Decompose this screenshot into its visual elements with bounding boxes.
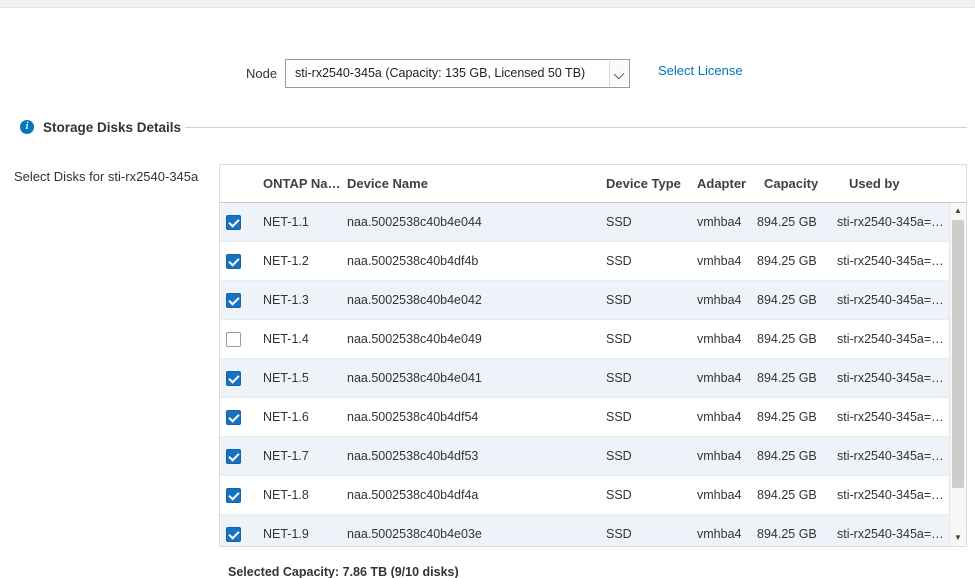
section-title: Storage Disks Details	[43, 120, 181, 135]
header-device-type: Device Type	[606, 165, 681, 202]
cell-adapter: vmhba4	[697, 398, 741, 437]
cell-adapter: vmhba4	[697, 281, 741, 320]
cell-used-by: sti-rx2540-345a=…	[837, 203, 943, 242]
cell-device-name: naa.5002538c40b4e03e	[347, 515, 482, 547]
cell-ontap-name: NET-1.6	[263, 398, 309, 437]
cell-capacity: 894.25 GB	[757, 515, 817, 547]
top-strip	[0, 0, 975, 8]
table-scrollbar[interactable]: ▲ ▼	[949, 203, 966, 546]
disk-table: ONTAP Na… Device Name Device Type Adapte…	[219, 164, 967, 547]
cell-capacity: 894.25 GB	[757, 203, 817, 242]
cell-ontap-name: NET-1.5	[263, 359, 309, 398]
cell-device-type: SSD	[606, 203, 632, 242]
select-disks-label: Select Disks for sti-rx2540-345a	[14, 169, 198, 184]
row-checkbox[interactable]	[226, 215, 241, 230]
scrollbar-thumb[interactable]	[952, 220, 964, 488]
disk-table-body: NET-1.1 naa.5002538c40b4e044 SSD vmhba4 …	[220, 203, 966, 547]
storage-disks-page: Node sti-rx2540-345a (Capacity: 135 GB, …	[0, 0, 975, 578]
cell-ontap-name: NET-1.4	[263, 320, 309, 359]
table-row: NET-1.4 naa.5002538c40b4e049 SSD vmhba4 …	[220, 320, 966, 359]
section-divider	[185, 127, 967, 128]
table-row: NET-1.3 naa.5002538c40b4e042 SSD vmhba4 …	[220, 281, 966, 320]
header-capacity: Capacity	[764, 165, 818, 202]
row-checkbox[interactable]	[226, 449, 241, 464]
scroll-down-icon[interactable]: ▼	[950, 530, 966, 546]
cell-adapter: vmhba4	[697, 359, 741, 398]
table-row: NET-1.9 naa.5002538c40b4e03e SSD vmhba4 …	[220, 515, 966, 547]
cell-adapter: vmhba4	[697, 242, 741, 281]
row-checkbox[interactable]	[226, 488, 241, 503]
cell-capacity: 894.25 GB	[757, 320, 817, 359]
table-row: NET-1.2 naa.5002538c40b4df4b SSD vmhba4 …	[220, 242, 966, 281]
cell-ontap-name: NET-1.9	[263, 515, 309, 547]
header-used-by: Used by	[849, 165, 900, 202]
cell-device-type: SSD	[606, 281, 632, 320]
cell-capacity: 894.25 GB	[757, 476, 817, 515]
chevron-down-icon[interactable]	[609, 61, 628, 86]
select-license-link[interactable]: Select License	[658, 63, 743, 78]
header-device-name: Device Name	[347, 165, 428, 202]
cell-adapter: vmhba4	[697, 320, 741, 359]
cell-adapter: vmhba4	[697, 437, 741, 476]
cell-device-name: naa.5002538c40b4e049	[347, 320, 482, 359]
cell-capacity: 894.25 GB	[757, 281, 817, 320]
row-checkbox[interactable]	[226, 254, 241, 269]
cell-ontap-name: NET-1.3	[263, 281, 309, 320]
selected-capacity-text: Selected Capacity: 7.86 TB (9/10 disks)	[228, 565, 459, 578]
cell-ontap-name: NET-1.1	[263, 203, 309, 242]
cell-device-type: SSD	[606, 359, 632, 398]
row-checkbox[interactable]	[226, 527, 241, 542]
cell-ontap-name: NET-1.7	[263, 437, 309, 476]
cell-capacity: 894.25 GB	[757, 359, 817, 398]
table-row: NET-1.6 naa.5002538c40b4df54 SSD vmhba4 …	[220, 398, 966, 437]
cell-device-name: naa.5002538c40b4e041	[347, 359, 482, 398]
cell-used-by: sti-rx2540-345a=…	[837, 281, 943, 320]
table-row: NET-1.1 naa.5002538c40b4e044 SSD vmhba4 …	[220, 203, 966, 242]
node-selected-value: sti-rx2540-345a (Capacity: 135 GB, Licen…	[295, 60, 585, 87]
row-checkbox[interactable]	[226, 371, 241, 386]
cell-used-by: sti-rx2540-345a=…	[837, 437, 943, 476]
cell-device-type: SSD	[606, 398, 632, 437]
cell-used-by: sti-rx2540-345a=…	[837, 320, 943, 359]
cell-used-by: sti-rx2540-345a=…	[837, 359, 943, 398]
header-adapter: Adapter	[697, 165, 746, 202]
cell-adapter: vmhba4	[697, 476, 741, 515]
cell-ontap-name: NET-1.8	[263, 476, 309, 515]
cell-ontap-name: NET-1.2	[263, 242, 309, 281]
table-row: NET-1.7 naa.5002538c40b4df53 SSD vmhba4 …	[220, 437, 966, 476]
cell-device-type: SSD	[606, 437, 632, 476]
cell-capacity: 894.25 GB	[757, 398, 817, 437]
row-checkbox[interactable]	[226, 293, 241, 308]
table-row: NET-1.5 naa.5002538c40b4e041 SSD vmhba4 …	[220, 359, 966, 398]
cell-device-name: naa.5002538c40b4df4a	[347, 476, 478, 515]
disk-table-header: ONTAP Na… Device Name Device Type Adapte…	[220, 165, 966, 203]
node-select-dropdown[interactable]: sti-rx2540-345a (Capacity: 135 GB, Licen…	[285, 59, 630, 88]
scroll-up-icon[interactable]: ▲	[950, 203, 966, 219]
info-icon: i	[20, 120, 34, 134]
cell-device-type: SSD	[606, 476, 632, 515]
cell-device-name: naa.5002538c40b4e042	[347, 281, 482, 320]
row-checkbox[interactable]	[226, 410, 241, 425]
cell-capacity: 894.25 GB	[757, 437, 817, 476]
cell-used-by: sti-rx2540-345a=…	[837, 398, 943, 437]
node-label: Node	[246, 66, 277, 81]
table-row: NET-1.8 naa.5002538c40b4df4a SSD vmhba4 …	[220, 476, 966, 515]
cell-device-name: naa.5002538c40b4df54	[347, 398, 478, 437]
cell-adapter: vmhba4	[697, 203, 741, 242]
header-ontap-name: ONTAP Na…	[263, 165, 341, 202]
cell-used-by: sti-rx2540-345a=…	[837, 476, 943, 515]
cell-capacity: 894.25 GB	[757, 242, 817, 281]
cell-device-name: naa.5002538c40b4df53	[347, 437, 478, 476]
cell-used-by: sti-rx2540-345a=…	[837, 515, 943, 547]
cell-device-type: SSD	[606, 320, 632, 359]
cell-device-type: SSD	[606, 242, 632, 281]
cell-adapter: vmhba4	[697, 515, 741, 547]
cell-used-by: sti-rx2540-345a=…	[837, 242, 943, 281]
row-checkbox[interactable]	[226, 332, 241, 347]
cell-device-name: naa.5002538c40b4df4b	[347, 242, 478, 281]
cell-device-type: SSD	[606, 515, 632, 547]
cell-device-name: naa.5002538c40b4e044	[347, 203, 482, 242]
